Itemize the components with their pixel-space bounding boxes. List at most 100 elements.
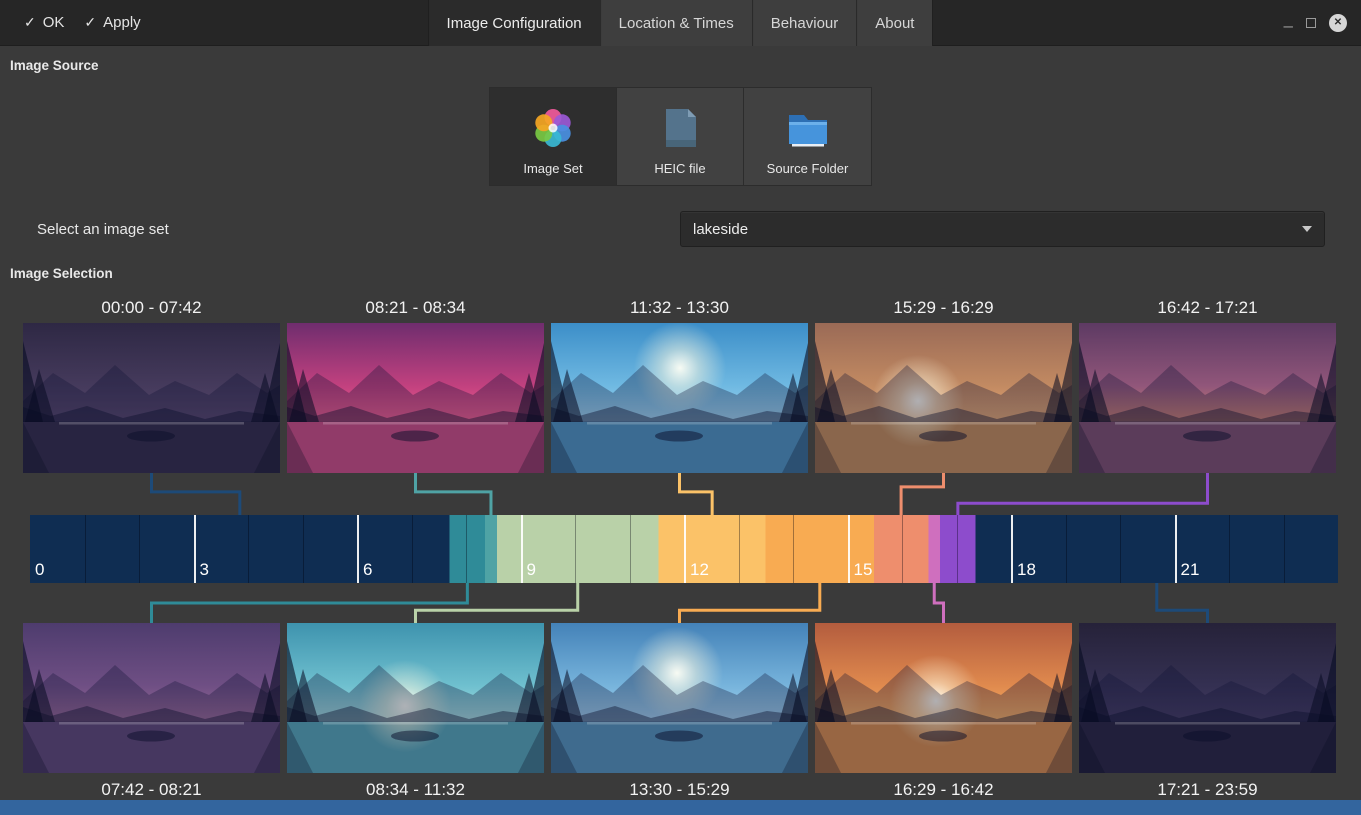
wallpaper-thumbnail[interactable] <box>23 623 280 773</box>
time-range-label: 16:29 - 16:42 <box>815 780 1072 801</box>
image-set-icon <box>529 104 577 152</box>
timeline-connector <box>680 473 713 515</box>
timeline-connector <box>901 473 943 515</box>
source-type-heic-file-button[interactable]: HEIC file <box>617 88 744 185</box>
image-set-selected-value: lakeside <box>693 221 748 238</box>
timeline-hour-line <box>630 515 631 583</box>
tab-behaviour[interactable]: Behaviour <box>753 0 858 46</box>
source-type-image-set-button[interactable]: Image Set <box>490 88 617 185</box>
time-range-label: 15:29 - 16:29 <box>815 298 1072 319</box>
minimize-button[interactable]: – <box>1284 21 1293 31</box>
desktop-background-strip <box>0 800 1361 815</box>
scene-silhouette <box>1079 323 1336 473</box>
scene-silhouette <box>287 323 544 473</box>
timeline-major-tick <box>357 515 359 583</box>
timeline-hour-label: 21 <box>1181 560 1200 580</box>
tab-about[interactable]: About <box>857 0 932 46</box>
timeline-hour-line <box>793 515 794 583</box>
top-time-labels: 00:00 - 07:42 08:21 - 08:34 11:32 - 13:3… <box>23 298 1361 319</box>
scene-silhouette <box>815 323 1072 473</box>
check-icon: ✓ <box>24 14 36 31</box>
wallpaper-thumbnail[interactable] <box>815 323 1072 473</box>
wallpaper-thumbnail[interactable] <box>23 323 280 473</box>
wallpaper-thumbnail[interactable] <box>1079 323 1336 473</box>
source-type-group: Image Set HEIC file Source Folder <box>489 87 872 186</box>
timeline-hour-line <box>575 515 576 583</box>
bottom-time-labels: 07:42 - 08:21 08:34 - 11:32 13:30 - 15:2… <box>23 780 1361 801</box>
timeline-major-tick <box>521 515 523 583</box>
timeline-connector <box>958 473 1208 515</box>
wallpaper-thumbnail[interactable] <box>287 623 544 773</box>
timeline-hour-label: 6 <box>363 560 372 580</box>
wallpaper-thumbnail[interactable] <box>551 323 808 473</box>
scene-silhouette <box>551 623 808 773</box>
close-button[interactable]: ✕ <box>1329 14 1347 32</box>
image-selection-title: Image Selection <box>10 266 1361 282</box>
image-set-combobox[interactable]: lakeside <box>680 211 1325 247</box>
wallpaper-thumbnail[interactable] <box>1079 623 1336 773</box>
chevron-down-icon <box>1302 226 1312 232</box>
timeline-major-tick <box>1175 515 1177 583</box>
timeline-hour-line <box>139 515 140 583</box>
time-range-label: 07:42 - 08:21 <box>23 780 280 801</box>
check-icon: ✓ <box>84 14 96 31</box>
titlebar: ✓ OK ✓ Apply Image Configuration Locatio… <box>0 0 1361 46</box>
source-type-label: Source Folder <box>767 161 849 176</box>
timeline-hour-line <box>466 515 467 583</box>
ok-button[interactable]: ✓ OK <box>24 14 64 31</box>
timeline[interactable]: 0 3 6 9 12 15 18 21 <box>30 515 1338 583</box>
timeline-hour-line <box>1120 515 1121 583</box>
timeline-major-tick <box>1011 515 1013 583</box>
scene-silhouette <box>551 323 808 473</box>
timeline-hour-label: 18 <box>1017 560 1036 580</box>
scene-silhouette <box>23 323 280 473</box>
time-range-label: 08:21 - 08:34 <box>287 298 544 319</box>
tab-location-times[interactable]: Location & Times <box>601 0 753 46</box>
time-range-label: 00:00 - 07:42 <box>23 298 280 319</box>
scene-silhouette <box>1079 623 1336 773</box>
timeline-hour-label: 0 <box>35 560 44 580</box>
select-image-set-label: Select an image set <box>37 221 169 238</box>
apply-button-label: Apply <box>103 14 141 31</box>
time-range-label: 16:42 - 17:21 <box>1079 298 1336 319</box>
top-connector-band <box>0 473 1361 515</box>
source-type-label: Image Set <box>523 161 582 176</box>
bottom-connector-band <box>0 583 1361 623</box>
timeline-connector <box>152 473 240 515</box>
scene-silhouette <box>23 623 280 773</box>
top-thumbnail-row <box>23 323 1361 473</box>
source-type-label: HEIC file <box>654 161 705 176</box>
wallpaper-thumbnail[interactable] <box>287 323 544 473</box>
timeline-hour-label: 12 <box>690 560 709 580</box>
image-selection-area: 00:00 - 07:42 08:21 - 08:34 11:32 - 13:3… <box>0 298 1361 801</box>
scene-silhouette <box>287 623 544 773</box>
timeline-major-tick <box>194 515 196 583</box>
timeline-hour-line <box>957 515 958 583</box>
source-type-source-folder-button[interactable]: Source Folder <box>744 88 871 185</box>
image-source-title: Image Source <box>10 58 1361 74</box>
timeline-major-tick <box>848 515 850 583</box>
timeline-hour-line <box>85 515 86 583</box>
time-range-label: 11:32 - 13:30 <box>551 298 808 319</box>
timeline-connector <box>416 473 491 515</box>
timeline-hour-line <box>1066 515 1067 583</box>
wallpaper-thumbnail[interactable] <box>551 623 808 773</box>
timeline-connector <box>934 583 943 623</box>
timeline-hour-line <box>412 515 413 583</box>
timeline-connectors-top <box>0 473 1361 515</box>
timeline-hour-line <box>1229 515 1230 583</box>
time-range-label: 17:21 - 23:59 <box>1079 780 1336 801</box>
timeline-hour-line <box>248 515 249 583</box>
maximize-button[interactable] <box>1306 18 1316 28</box>
source-folder-icon <box>784 104 832 152</box>
timeline-hour-label: 9 <box>527 560 536 580</box>
wallpaper-thumbnail[interactable] <box>815 623 1072 773</box>
timeline-hour-label: 15 <box>854 560 873 580</box>
time-range-label: 08:34 - 11:32 <box>287 780 544 801</box>
tab-image-configuration[interactable]: Image Configuration <box>429 0 601 46</box>
timeline-hour-line <box>303 515 304 583</box>
timeline-major-tick <box>684 515 686 583</box>
timeline-hour-line <box>739 515 740 583</box>
timeline-hour-label: 3 <box>200 560 209 580</box>
apply-button[interactable]: ✓ Apply <box>84 14 140 31</box>
